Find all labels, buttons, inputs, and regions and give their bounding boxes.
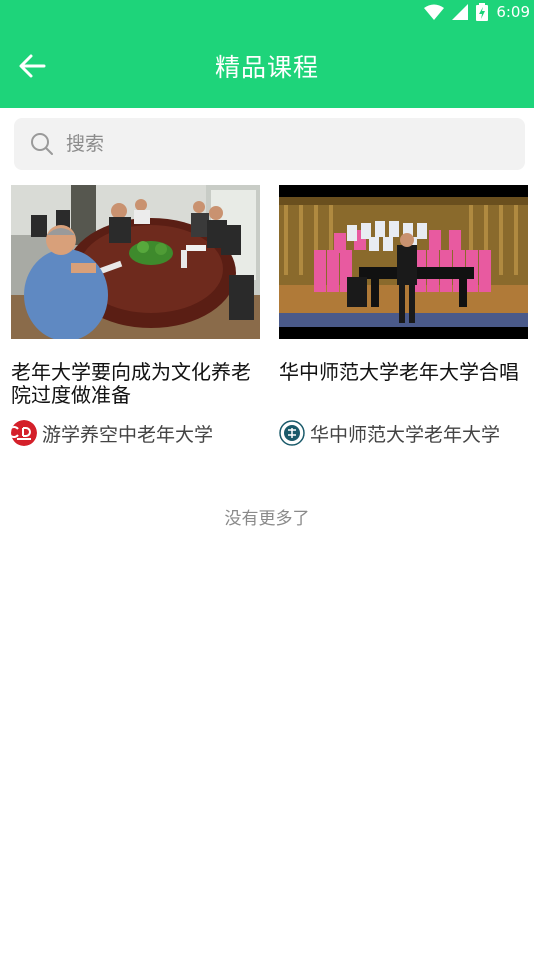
signal-icon: [452, 4, 469, 20]
course-card[interactable]: 老年大学要向成为文化养老院过度做准备 游学养空中老年大学: [11, 185, 260, 447]
status-time: 6:09: [496, 3, 530, 21]
course-card[interactable]: 华中师范大学老年大学合唱 华中师范大学老年大学: [279, 185, 528, 447]
search-bar[interactable]: [14, 118, 525, 170]
search-icon: [31, 133, 53, 155]
list-end-text: 没有更多了: [224, 509, 310, 529]
source-logo: [11, 420, 37, 446]
search-input[interactable]: [66, 133, 486, 155]
app-bar: 精品课程: [0, 24, 534, 108]
course-title: 华中师范大学老年大学合唱: [279, 361, 519, 384]
source-name: 游学养空中老年大学: [42, 423, 214, 446]
battery-icon: [476, 3, 489, 21]
wifi-icon: [424, 4, 445, 20]
source-logo: [279, 420, 305, 446]
source-name: 华中师范大学老年大学: [310, 423, 501, 446]
course-thumbnail: [279, 185, 528, 339]
course-source: 华中师范大学老年大学: [279, 419, 528, 447]
course-title: 老年大学要向成为文化养老院过度做准备: [11, 361, 251, 407]
page-title: 精品课程: [214, 53, 319, 82]
status-bar: 6:09: [0, 0, 534, 24]
course-source: 游学养空中老年大学: [11, 419, 260, 447]
course-thumbnail: [11, 185, 260, 339]
